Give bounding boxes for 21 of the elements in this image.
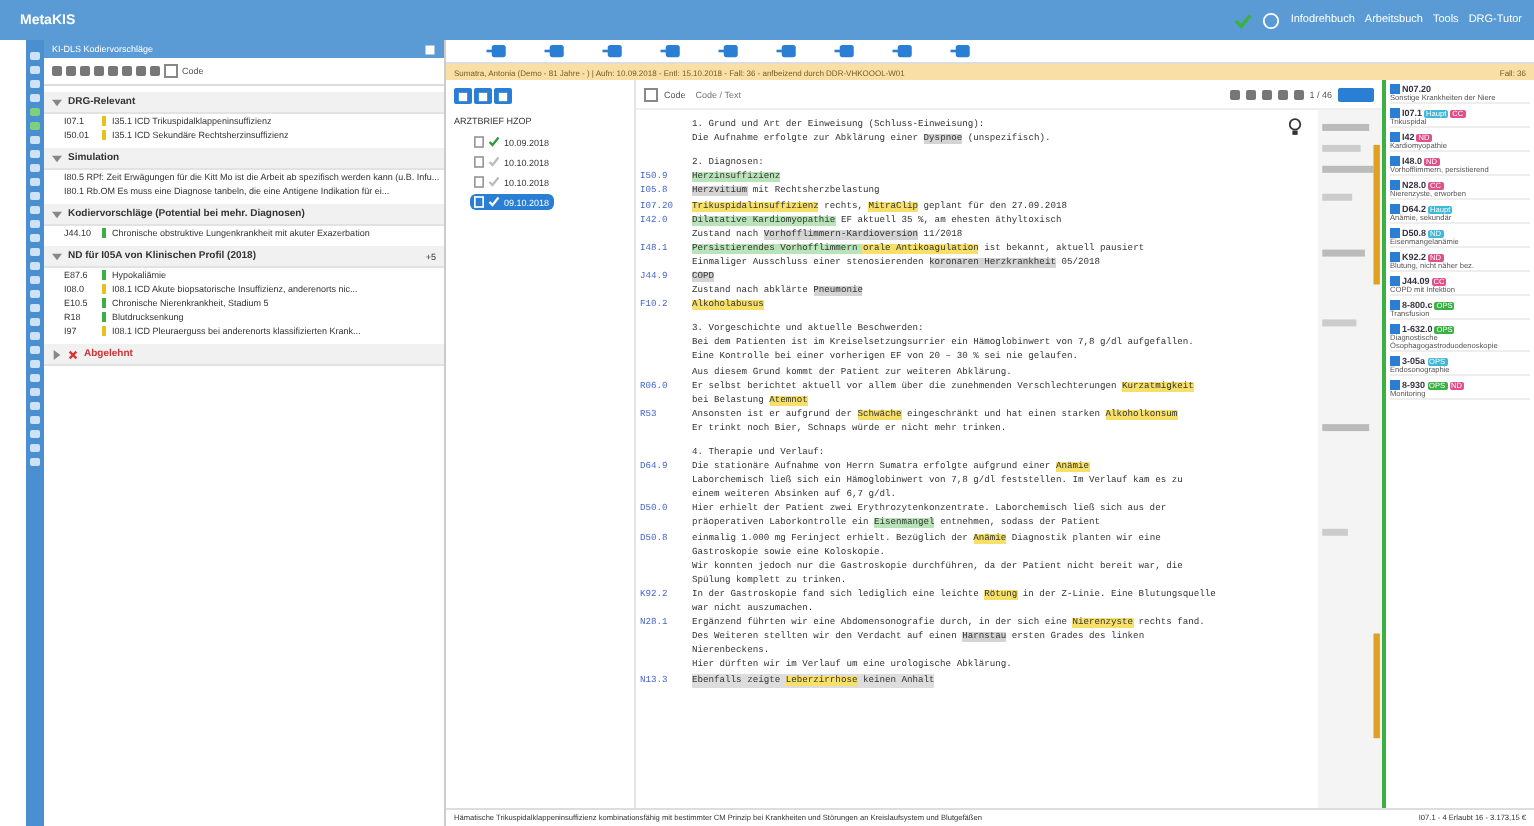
checkbox[interactable]: [644, 87, 658, 101]
checkbox[interactable]: [1390, 204, 1400, 214]
checkbox[interactable]: [164, 64, 178, 78]
checkbox[interactable]: [1390, 252, 1400, 262]
rejected-icon: [68, 349, 78, 359]
checkbox[interactable]: [1390, 324, 1400, 334]
pin-icon[interactable]: [424, 43, 436, 55]
checkbox[interactable]: [1390, 84, 1400, 94]
checkbox[interactable]: [1390, 380, 1400, 390]
toggle-button[interactable]: [1338, 87, 1374, 101]
checkbox[interactable]: [1390, 156, 1400, 166]
checkbox[interactable]: [1390, 228, 1400, 238]
checkmark-icon: [1234, 11, 1253, 29]
help-icon[interactable]: [1262, 11, 1281, 29]
checkbox[interactable]: [1390, 356, 1400, 366]
checkbox[interactable]: [1390, 180, 1400, 190]
checkbox[interactable]: [1390, 300, 1400, 310]
checkbox[interactable]: [1390, 108, 1400, 118]
checkbox[interactable]: [1390, 132, 1400, 142]
checkbox[interactable]: [1390, 276, 1400, 286]
lightbulb-icon[interactable]: [1288, 118, 1302, 136]
